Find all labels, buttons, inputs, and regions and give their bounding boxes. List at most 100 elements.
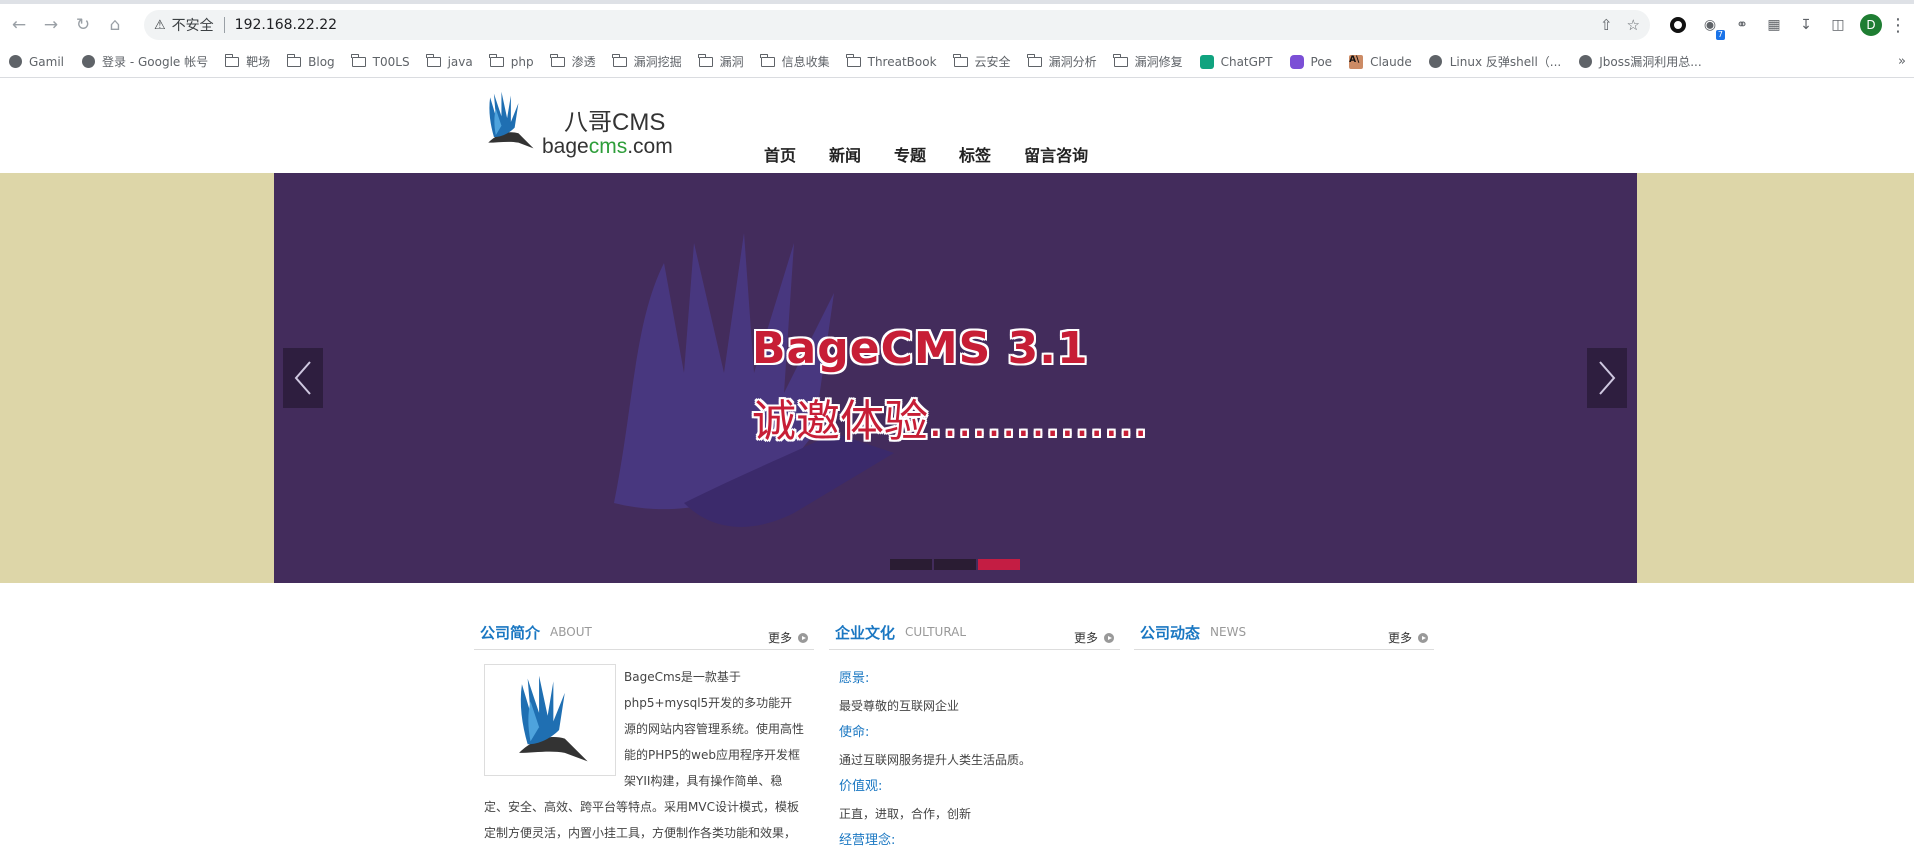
- bookmark-label: Poe: [1310, 54, 1333, 69]
- bookmark-label: 登录 - Google 帐号: [102, 55, 209, 69]
- claude-icon: A\: [1349, 54, 1364, 69]
- bookmark-item[interactable]: Blog: [286, 53, 335, 69]
- bookmark-item[interactable]: 靶场: [224, 53, 271, 70]
- banner-slide[interactable]: BageCMS 3.1 诚邀体验……………: [274, 173, 1637, 583]
- bookmark-label: java: [447, 54, 473, 69]
- bookmark-item[interactable]: 渗透: [550, 53, 596, 70]
- bookmark-item[interactable]: 漏洞挖掘: [612, 53, 682, 70]
- bookmark-item[interactable]: A\ Claude: [1349, 54, 1412, 69]
- bookmark-item[interactable]: ThreatBook: [846, 53, 937, 69]
- bookmark-item[interactable]: ChatGPT: [1199, 54, 1273, 69]
- folder-icon: [698, 53, 713, 69]
- bookmark-item[interactable]: Linux 反弹shell（...: [1429, 53, 1561, 70]
- side-panel-icon[interactable]: ◫: [1827, 14, 1849, 36]
- culture-label: 价值观:: [839, 779, 883, 794]
- about-title: 公司简介: [480, 623, 541, 642]
- insecure-label[interactable]: 不安全: [172, 15, 214, 35]
- about-title-en: ABOUT: [550, 625, 592, 639]
- about-image: [484, 664, 616, 776]
- puzzle-icon[interactable]: ▦: [1763, 14, 1785, 36]
- about-more-link[interactable]: 更多: [768, 629, 808, 646]
- bookmark-item[interactable]: Jboss漏洞利用总...: [1578, 53, 1702, 70]
- bird-watermark-icon: [614, 233, 894, 527]
- warning-icon[interactable]: ⚠: [154, 18, 166, 33]
- slide-indicators: [890, 559, 1022, 570]
- bookmark-item[interactable]: Poe: [1289, 54, 1333, 69]
- bookmark-item[interactable]: php: [489, 53, 534, 69]
- folder-icon: [286, 53, 302, 69]
- profile-avatar[interactable]: D: [1860, 14, 1882, 36]
- logo-en: bagecms.com: [542, 135, 673, 159]
- nav-topics[interactable]: 专题: [894, 142, 926, 166]
- bookmark-item[interactable]: 信息收集: [760, 53, 830, 70]
- home-icon[interactable]: ⌂: [102, 12, 128, 38]
- bookmark-label: 漏洞挖掘: [633, 55, 682, 69]
- back-icon[interactable]: ←: [6, 12, 32, 38]
- url-text[interactable]: 192.168.22.22: [235, 17, 1586, 33]
- nav-message[interactable]: 留言咨询: [1024, 142, 1088, 166]
- culture-label: 使命:: [839, 725, 870, 740]
- folder-icon: [1027, 53, 1042, 69]
- extension-circle-icon[interactable]: [1667, 14, 1689, 36]
- bookmark-label: 靶场: [246, 55, 271, 69]
- bookmark-item[interactable]: 云安全: [953, 53, 1011, 70]
- logo-text: 八哥CMS bagecms.com: [542, 88, 673, 159]
- logo-en-suffix: .com: [627, 135, 673, 158]
- nav-home[interactable]: 首页: [764, 142, 796, 166]
- bookmark-label: 漏洞: [719, 55, 744, 69]
- bookmark-label: 信息收集: [781, 55, 830, 69]
- bookmark-item[interactable]: 登录 - Google 帐号: [81, 53, 208, 70]
- folder-icon: [953, 53, 968, 69]
- folder-icon: [612, 53, 627, 69]
- download-icon[interactable]: ↧: [1795, 14, 1817, 36]
- site-logo[interactable]: 八哥CMS bagecms.com: [480, 88, 673, 159]
- banner-title: BageCMS 3.1: [752, 323, 1089, 374]
- bookmark-item[interactable]: 漏洞分析: [1027, 53, 1097, 70]
- globe-icon: [81, 55, 95, 69]
- site-header: 八哥CMS bagecms.com 首页 新闻 专题 标签 留言咨询: [0, 78, 1914, 173]
- bird-logo-icon: [488, 91, 534, 149]
- more-bookmarks-icon[interactable]: »: [1898, 54, 1906, 69]
- news-more-link[interactable]: 更多: [1388, 629, 1428, 646]
- reload-icon[interactable]: ↻: [70, 12, 96, 38]
- star-icon[interactable]: ☆: [1627, 16, 1640, 34]
- slide-next-button[interactable]: [1587, 348, 1627, 408]
- extension-panda-icon[interactable]: ◉ 7: [1699, 14, 1725, 40]
- extension-planet-icon[interactable]: ⚭: [1731, 14, 1753, 36]
- culture-more-link[interactable]: 更多: [1074, 629, 1114, 646]
- bookmark-item[interactable]: T00LS: [351, 53, 410, 69]
- bookmark-label: ChatGPT: [1220, 54, 1273, 69]
- slide-dot[interactable]: [934, 559, 976, 570]
- folder-icon: [550, 53, 565, 69]
- bookmark-label: 渗透: [571, 55, 596, 69]
- news-title: 公司动态: [1140, 623, 1201, 642]
- more-arrow-icon: [1104, 632, 1114, 643]
- slide-prev-button[interactable]: [283, 348, 323, 408]
- folder-icon: [351, 53, 366, 69]
- about-body: BageCms是一款基于php5+mysql5开发的多功能开源的网站内容管理系统…: [474, 650, 814, 846]
- nav-tags[interactable]: 标签: [959, 142, 991, 166]
- forward-icon[interactable]: →: [38, 12, 64, 38]
- address-bar[interactable]: ⚠ 不安全 192.168.22.22 ⇧ ☆: [144, 10, 1650, 40]
- news-section: 公司动态 NEWS 更多: [1134, 615, 1434, 650]
- bookmark-item[interactable]: 漏洞: [698, 53, 744, 70]
- about-header: 公司简介 ABOUT 更多: [474, 615, 814, 650]
- slide-dot[interactable]: [978, 559, 1020, 570]
- chatgpt-icon: [1199, 54, 1214, 69]
- logo-en-mid: cms: [588, 135, 628, 158]
- extension-badge: 7: [1715, 30, 1725, 40]
- bookmark-item[interactable]: Gamil: [8, 55, 64, 69]
- bookmark-label: Claude: [1370, 54, 1412, 69]
- share-icon[interactable]: ⇧: [1600, 16, 1613, 34]
- bookmark-label: 漏洞分析: [1048, 55, 1097, 69]
- slide-dot[interactable]: [890, 559, 932, 570]
- bookmark-item[interactable]: 漏洞修复: [1113, 53, 1183, 70]
- news-title-en: NEWS: [1210, 625, 1247, 639]
- nav-news[interactable]: 新闻: [829, 142, 861, 166]
- bookmark-label: 漏洞修复: [1134, 55, 1183, 69]
- menu-icon[interactable]: ⋮: [1888, 15, 1908, 36]
- more-arrow-icon: [798, 632, 808, 643]
- culture-list: 愿景: 最受尊敬的互联网企业 使命: 通过互联网服务提升人类生活品质。 价值观:…: [829, 650, 1120, 852]
- bookmarks-bar: Gamil 登录 - Google 帐号 靶场 Blog T00LS java php 渗透 漏…: [0, 46, 1914, 78]
- bookmark-item[interactable]: java: [426, 53, 473, 69]
